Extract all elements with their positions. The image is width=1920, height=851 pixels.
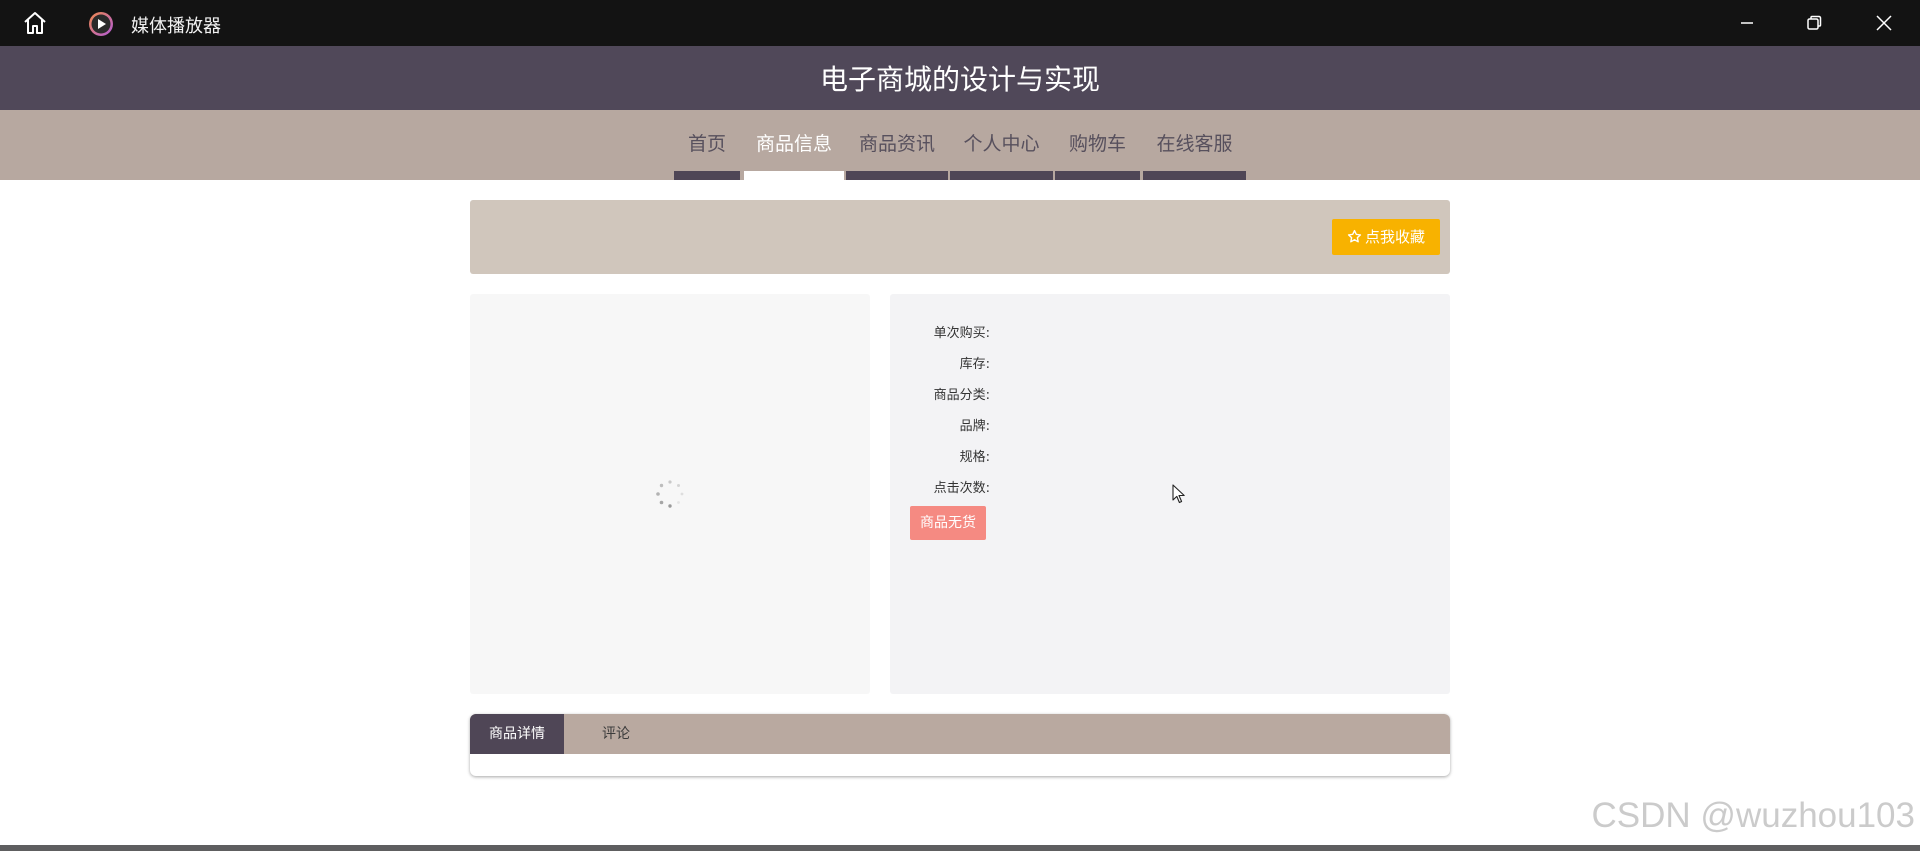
nav-item-underline [950,171,1053,180]
minimize-icon[interactable] [1735,11,1759,35]
tab-comments[interactable]: 评论 [576,714,656,754]
field-brand: 品牌: [890,415,990,434]
window-titlebar: 媒体播放器 [0,0,1920,46]
close-icon[interactable] [1872,11,1896,35]
out-of-stock-button[interactable]: 商品无货 [910,506,986,540]
field-label: 品牌: [959,419,990,434]
bottom-strip [0,845,1920,851]
nav-item-label: 商品信息 [755,133,832,155]
field-label: 库存: [959,357,990,372]
nav-item-personal-center[interactable]: 个人中心 [950,110,1053,180]
tab-product-details[interactable]: 商品详情 [470,714,564,754]
field-label: 商品分类: [933,388,990,403]
detail-tabs: 商品详情 评论 [470,714,1450,776]
nav-item-product-info[interactable]: 商品信息 [744,110,844,180]
nav-item-online-service[interactable]: 在线客服 [1143,110,1246,180]
product-info-panel: 单次购买: 库存: 商品分类: 品牌: 规格: 点击次数: 商品无货 [890,294,1450,694]
loading-spinner-icon [654,478,686,510]
product-image-panel [470,294,870,694]
field-single-purchase: 单次购买: [890,322,990,341]
collect-bar: 点我收藏 [470,200,1450,274]
nav-item-label: 个人中心 [963,133,1040,155]
star-outline-icon [1347,221,1362,257]
site-header: 电子商城的设计与实现 [0,46,1920,110]
tabs-header: 商品详情 评论 [470,714,1450,754]
field-label: 点击次数: [933,481,990,496]
field-label: 单次购买: [933,326,990,341]
watermark: CSDN @wuzhou103 [1591,796,1915,835]
field-click-count: 点击次数: [890,477,990,496]
collect-button-label: 点我收藏 [1364,228,1425,246]
field-label: 规格: [959,450,990,465]
nav-item-home[interactable]: 首页 [674,110,740,180]
collect-button[interactable]: 点我收藏 [1332,219,1440,255]
field-stock: 库存: [890,353,990,372]
restore-icon[interactable] [1802,11,1826,35]
mouse-cursor-icon [1172,484,1186,504]
nav-item-label: 在线客服 [1156,133,1233,155]
nav-item-product-news[interactable]: 商品资讯 [846,110,948,180]
home-icon[interactable] [22,11,48,35]
nav-item-cart[interactable]: 购物车 [1055,110,1140,180]
nav-item-underline [1055,171,1140,180]
media-player-icon [88,11,114,37]
site-title: 电子商城的设计与实现 [819,63,1100,96]
nav-item-label: 购物车 [1068,133,1126,155]
nav-item-underline [1143,171,1246,180]
nav-item-label: 首页 [687,133,726,155]
main-nav: 首页 商品信息 商品资讯 个人中心 购物车 在线客服 [0,110,1920,180]
field-category: 商品分类: [890,384,990,403]
nav-item-underline [744,171,844,180]
nav-item-underline [846,171,948,180]
field-spec: 规格: [890,446,990,465]
nav-item-underline [674,171,740,180]
nav-item-label: 商品资讯 [858,133,935,155]
window-title: 媒体播放器 [131,16,221,37]
